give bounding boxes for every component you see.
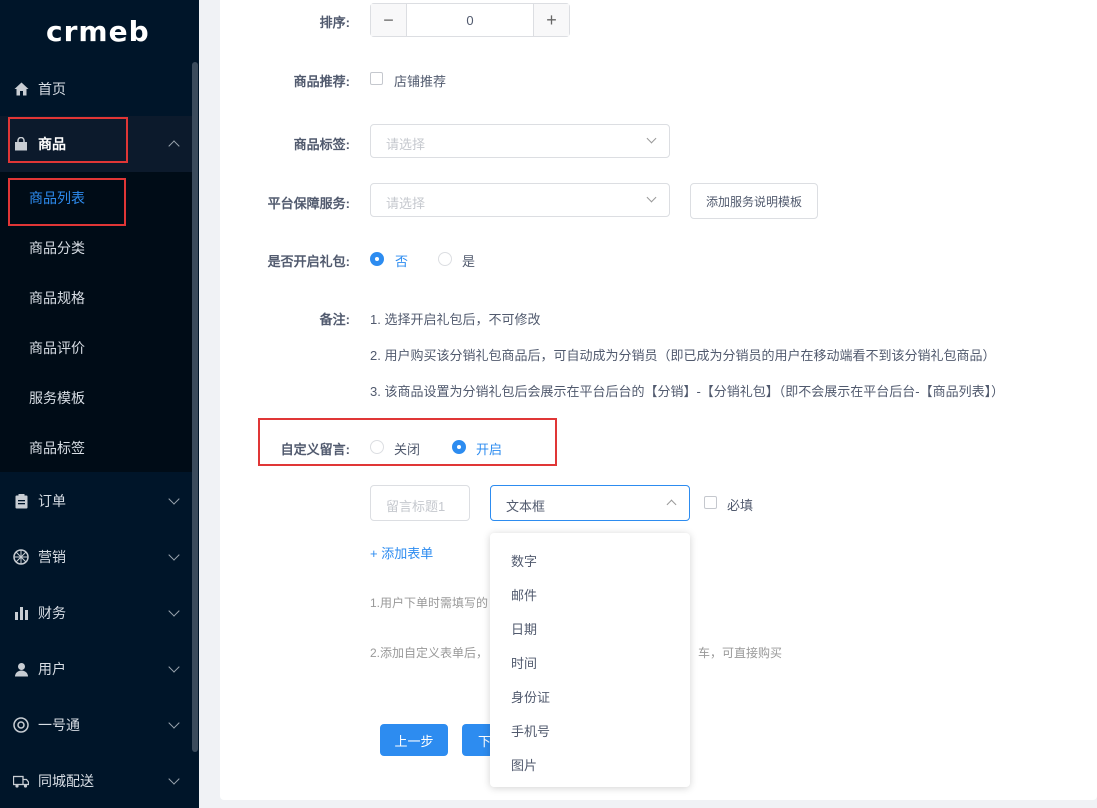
add-service-template-button[interactable]: 添加服务说明模板 [690, 183, 818, 219]
submenu-label: 商品规格 [29, 290, 85, 306]
dropdown-option[interactable]: 身份证 [490, 679, 690, 713]
logo[interactable]: crmeb [46, 14, 150, 48]
tags-label: 商品标签: [293, 137, 350, 152]
shop-recommend-checkbox[interactable] [370, 72, 383, 85]
submenu-item-product-category[interactable]: 商品分类 [0, 223, 192, 273]
sidebar-item-label: 订单 [38, 493, 66, 509]
sidebar-item-yihaotong[interactable]: 一号通 [0, 697, 192, 753]
sidebar-item-home[interactable]: 首页 [0, 61, 192, 117]
sidebar-item-finance[interactable]: 财务 [0, 585, 192, 641]
tags-select[interactable]: 请选择 [370, 124, 670, 158]
submenu-label: 商品分类 [29, 240, 85, 256]
dropdown-option[interactable]: 时间 [490, 645, 690, 679]
gift-yes-label: 是 [462, 254, 476, 269]
dropdown-option[interactable]: 手机号 [490, 713, 690, 747]
truck-icon [13, 773, 29, 789]
required-label: 必填 [727, 498, 754, 513]
chevron-down-icon [168, 605, 180, 617]
remark-line: 3. 该商品设置为分销礼包后会展示在平台后台的【分销】-【分销礼包】（即不会展示… [370, 384, 1005, 399]
home-icon [13, 81, 29, 97]
clipboard-icon [13, 493, 29, 509]
highlight-box [8, 178, 126, 226]
sidebar-item-users[interactable]: 用户 [0, 641, 192, 697]
sidebar-scrollbar[interactable] [192, 62, 198, 752]
submenu-label: 商品评价 [29, 340, 85, 356]
highlight-box [258, 418, 557, 466]
dropdown-option[interactable]: 邮件 [490, 577, 690, 611]
service-select[interactable]: 请选择 [370, 183, 670, 217]
submenu-item-product-spec[interactable]: 商品规格 [0, 273, 192, 323]
service-placeholder: 请选择 [386, 196, 426, 211]
highlight-box [8, 117, 128, 163]
tip-text: 车，可直接购买 [698, 646, 783, 660]
service-label: 平台保障服务: [267, 196, 350, 211]
bar-chart-icon [13, 605, 29, 621]
chevron-up-icon [168, 140, 180, 152]
chevron-down-icon [168, 549, 180, 561]
sidebar-item-label: 首页 [38, 81, 66, 97]
message-type-select[interactable]: 文本框 [490, 485, 690, 521]
message-type-value: 文本框 [506, 499, 546, 514]
message-title-input[interactable]: 留言标题1 [370, 485, 470, 521]
sort-value[interactable]: 0 [407, 4, 533, 36]
chevron-down-icon [646, 133, 657, 144]
shop-recommend-label: 店铺推荐 [394, 74, 447, 89]
sidebar-item-label: 同城配送 [38, 773, 94, 789]
sidebar-item-label: 营销 [38, 549, 66, 565]
gift-no-label: 否 [395, 254, 409, 269]
tip-text: 2.添加自定义表单后， [370, 646, 489, 660]
user-icon [13, 661, 29, 677]
remark-line: 2. 用户购买该分销礼包商品后，可自动成为分销员（即已成为分销员的用户在移动端看… [370, 348, 996, 363]
submenu-item-product-review[interactable]: 商品评价 [0, 323, 192, 373]
remark-label: 备注: [319, 312, 350, 327]
prev-step-button[interactable]: 上一步 [380, 724, 448, 756]
submenu-item-product-tags[interactable]: 商品标签 [0, 423, 192, 473]
chevron-down-icon [646, 192, 657, 203]
sort-label: 排序: [319, 15, 350, 30]
tip-text: 1.用户下单时需填写的 [370, 596, 489, 610]
gift-yes-radio[interactable] [438, 252, 452, 266]
add-form-link[interactable]: + 添加表单 [370, 543, 433, 562]
chevron-down-icon [168, 661, 180, 673]
logo-text: crmeb [46, 14, 150, 48]
submenu-label: 服务模板 [29, 390, 85, 406]
product-form: 排序: − 0 + 商品推荐: 店铺推荐 商品标签: 请选择 平台保障服务: 请… [220, 0, 1097, 800]
submenu-label: 商品标签 [29, 440, 85, 456]
submenu-item-service-template[interactable]: 服务模板 [0, 373, 192, 423]
sidebar-item-label: 财务 [38, 605, 66, 621]
lifebuoy-icon [13, 717, 29, 733]
sidebar: crmeb 首页 商品 商品列表 商品分类 商品规格 商品评价 服务模板 商品标… [0, 0, 199, 808]
chevron-up-icon [666, 499, 677, 510]
gift-no-radio[interactable] [370, 252, 384, 266]
sidebar-item-label: 用户 [38, 661, 66, 677]
dropdown-option[interactable]: 数字 [490, 543, 690, 577]
required-checkbox[interactable] [704, 496, 717, 509]
sidebar-item-local-delivery[interactable]: 同城配送 [0, 753, 192, 808]
gift-label: 是否开启礼包: [267, 254, 350, 269]
message-type-dropdown: 数字 邮件 日期 时间 身份证 手机号 图片 [490, 533, 690, 787]
tags-placeholder: 请选择 [386, 137, 426, 152]
decrement-button[interactable]: − [371, 4, 407, 36]
chevron-down-icon [168, 493, 180, 505]
recommend-label: 商品推荐: [293, 74, 350, 89]
increment-button[interactable]: + [533, 4, 569, 36]
sort-stepper[interactable]: − 0 + [370, 3, 570, 37]
dropdown-option[interactable]: 图片 [490, 747, 690, 781]
remark-line: 1. 选择开启礼包后，不可修改 [370, 312, 541, 327]
chevron-down-icon [168, 717, 180, 729]
sidebar-item-marketing[interactable]: 营销 [0, 529, 192, 585]
message-title-placeholder: 留言标题1 [386, 499, 446, 514]
dropdown-option[interactable]: 日期 [490, 611, 690, 645]
sidebar-item-label: 一号通 [38, 717, 80, 733]
sidebar-item-orders[interactable]: 订单 [0, 473, 192, 529]
aperture-icon [13, 549, 29, 565]
chevron-down-icon [168, 773, 180, 785]
